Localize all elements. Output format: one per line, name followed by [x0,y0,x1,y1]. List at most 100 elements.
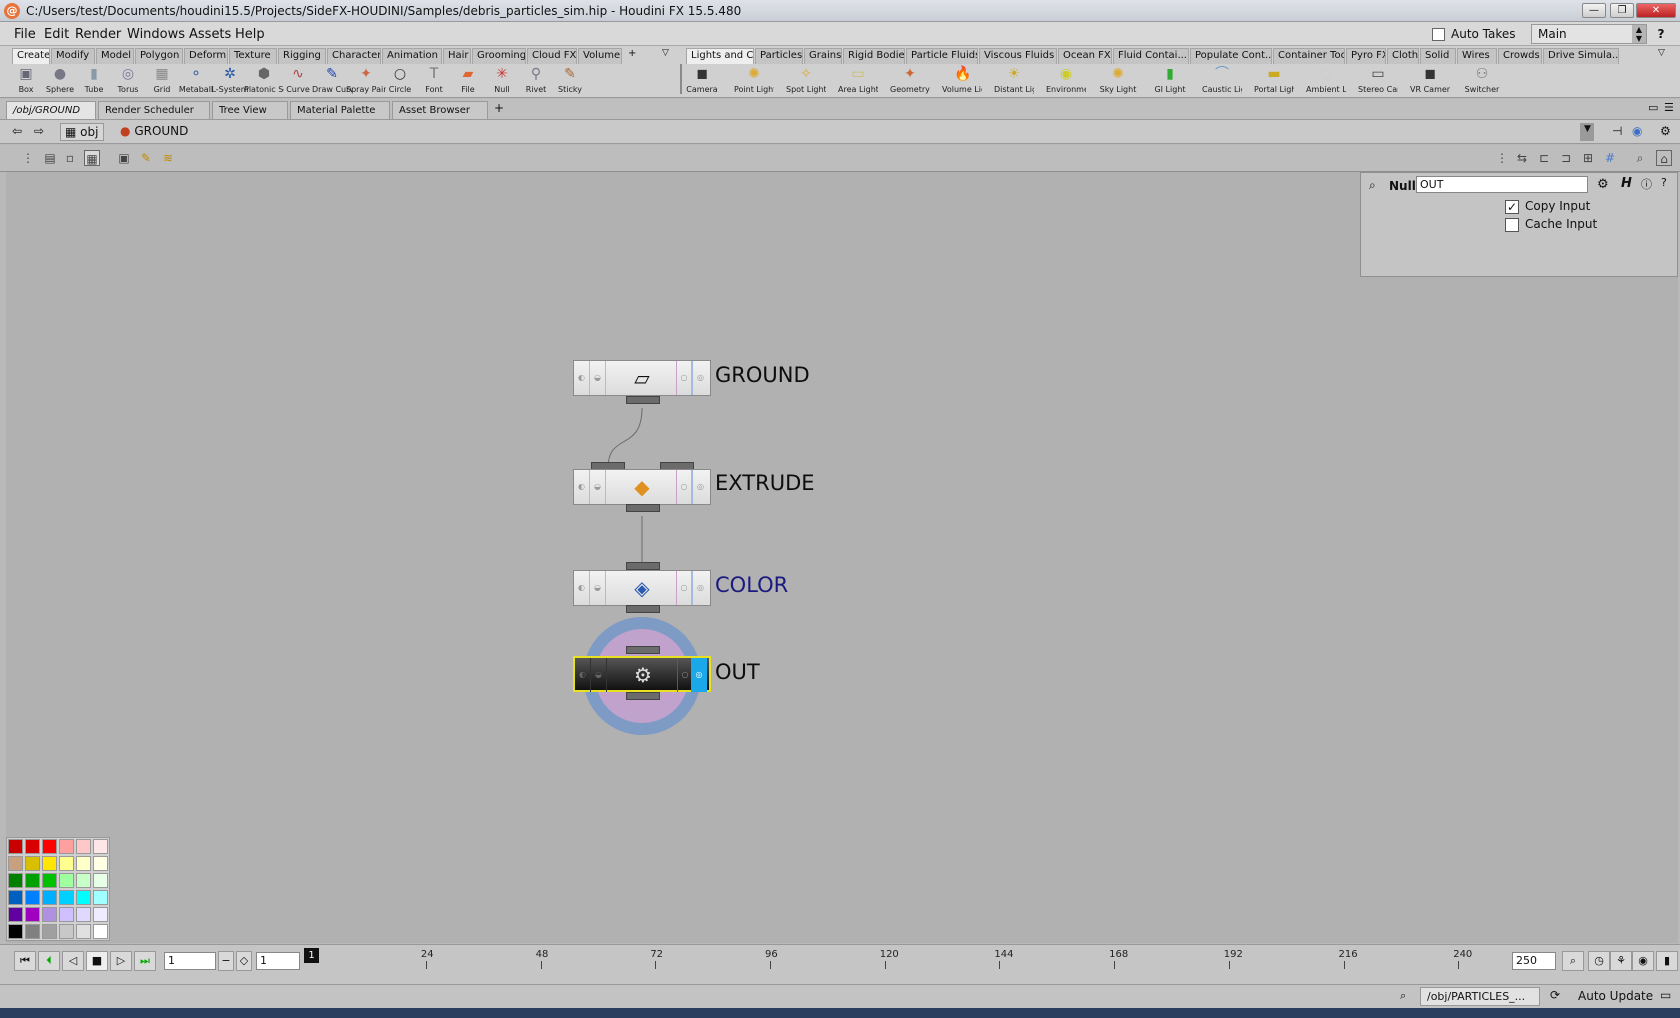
jump-end-icon[interactable]: ⏭ [134,951,156,971]
bypass-flag[interactable]: ◐ [575,658,591,692]
stop-icon[interactable]: ■ [86,951,108,971]
maximize-button[interactable]: ❐ [1610,3,1634,18]
palette-swatch[interactable] [93,856,108,871]
bypass-flag[interactable]: ◐ [574,571,590,605]
copy-input-checkbox[interactable]: ✓ [1505,199,1519,214]
keyframe-icon[interactable]: ◇ [236,951,252,971]
palette-swatch[interactable] [76,856,91,871]
gear-icon[interactable]: ⚙ [1597,177,1609,192]
shelf-tab-ocean-fx[interactable]: Ocean FX [1058,48,1112,64]
tab-obj-ground[interactable]: /obj/GROUND [6,101,96,119]
palette-swatch[interactable] [42,856,57,871]
tab-asset-browser[interactable]: Asset Browser [392,101,488,119]
tool-ambient-li[interactable]: ○ Ambient Li... [1306,66,1346,96]
realtime-icon[interactable]: ◷ [1588,951,1610,971]
palette-swatch[interactable] [93,873,108,888]
palette-swatch[interactable] [76,907,91,922]
palette-swatch[interactable] [76,839,91,854]
shelf-divider[interactable] [680,64,682,94]
layout-e-icon[interactable]: ⊞ [1580,150,1596,166]
timeline-ruler[interactable]: 24 48 72 96 120 144 168 192 216 240 [306,945,1506,975]
tool-volume-light[interactable]: 🔥 Volume Light [942,66,982,96]
palette-swatch[interactable] [25,856,40,871]
display-flag[interactable]: ◎ [692,470,708,504]
pane-close-icon[interactable]: ▭ [1660,988,1671,1002]
shelf-tab-model[interactable]: Model [96,48,134,64]
houdini-help-icon[interactable]: H [1621,176,1632,191]
breadcrumb-ground[interactable]: ● GROUND [116,123,192,141]
node-label-extrude[interactable]: EXTRUDE [715,471,815,495]
palette-swatch[interactable] [25,890,40,905]
shelf-tab-animation[interactable]: Animation [382,48,442,64]
tool-switcher[interactable]: ⚇ Switcher [1462,66,1502,96]
palette-swatch[interactable] [25,873,40,888]
shelf-tab-hair[interactable]: Hair [443,48,471,64]
menu-help[interactable]: Help [235,27,265,42]
list-view-icon[interactable]: ▤ [42,150,58,166]
tool-environme[interactable]: ◉ Environme... [1046,66,1086,96]
auto-takes-toggle[interactable]: Auto Takes [1432,27,1516,41]
minus-icon[interactable]: − [218,951,234,971]
shelf-tab-rigid-bodies[interactable]: Rigid Bodies [843,48,905,64]
palette-swatch[interactable] [25,839,40,854]
lock-flag[interactable]: ◒ [590,470,606,504]
tool-spot-light[interactable]: ✧ Spot Light [786,66,826,96]
pin-icon[interactable]: ⊣ [1608,123,1626,141]
output-connector[interactable] [626,504,660,512]
palette-swatch[interactable] [59,924,74,939]
display-flag[interactable]: ◎ [692,571,708,605]
node-extrude[interactable]: ◐ ◒ ◆ ○ ◎ [573,469,711,505]
tool-point-light[interactable]: ✺ Point Light [734,66,774,96]
shelf-tab-crowds[interactable]: Crowds [1498,48,1542,64]
shelf-tab-container-tools[interactable]: Container Tools [1273,48,1345,64]
palette-swatch[interactable] [93,924,108,939]
template-flag[interactable]: ○ [676,361,692,395]
search-icon[interactable]: ⌕ [1400,989,1406,1003]
layout-a-icon[interactable]: ⋮ [1494,150,1510,166]
copy-input-toggle[interactable]: ✓ Copy Input [1505,199,1590,214]
shelf-tab-cloud-fx[interactable]: Cloud FX [527,48,577,64]
play-icon[interactable]: ▷ [110,951,132,971]
palette-swatch[interactable] [59,907,74,922]
tool-sky-light[interactable]: ✺ Sky Light [1098,66,1138,96]
auto-takes-checkbox[interactable] [1432,28,1445,41]
shelf-tab-rigging[interactable]: Rigging [278,48,326,64]
node-label-ground[interactable]: GROUND [715,363,810,387]
palette-swatch[interactable] [42,924,57,939]
palette-swatch[interactable] [76,890,91,905]
shelf-tab-modify[interactable]: Modify [51,48,95,64]
bypass-flag[interactable]: ◐ [574,470,590,504]
shelf-tab-particle-fluids[interactable]: Particle Fluids [906,48,978,64]
shelf-tab-wires[interactable]: Wires [1457,48,1497,64]
menu-windows[interactable]: Windows [127,27,185,42]
palette-swatch[interactable] [25,924,40,939]
maximize-pane-icon[interactable]: ▭ [1648,101,1658,114]
palette-swatch[interactable] [93,890,108,905]
help-icon[interactable]: ? [1661,176,1667,189]
tab-tree-view[interactable]: Tree View [212,101,288,119]
shelf-tab-deform[interactable]: Deform [184,48,228,64]
shelf-tab-particles[interactable]: Particles [755,48,803,64]
menu-assets[interactable]: Assets [189,27,231,42]
add-tab-icon[interactable]: + [494,101,504,115]
output-connector[interactable] [626,605,660,613]
take-selector[interactable]: Main ▲ ▼ [1531,24,1647,44]
cache-input-toggle[interactable]: Cache Input [1505,217,1597,232]
shelf-tab-grooming[interactable]: Grooming [472,48,526,64]
shelf-tab-polygon[interactable]: Polygon [135,48,183,64]
palette-swatch[interactable] [8,856,23,871]
network-box-icon[interactable]: ▣ [116,150,132,166]
tab-render-scheduler[interactable]: Render Scheduler [98,101,210,119]
minimize-button[interactable]: — [1582,3,1606,18]
info-icon[interactable]: ⓘ [1641,176,1652,192]
node-color[interactable]: ◐ ◒ ◈ ○ ◎ [573,570,711,606]
pane-menu-icon[interactable]: ☰ [1664,101,1674,114]
palette-swatch[interactable] [59,856,74,871]
tool-portal-light[interactable]: ▬ Portal Light [1254,66,1294,96]
palette-swatch[interactable] [8,907,23,922]
node-ground[interactable]: ◐ ◒ ▱ ○ ◎ [573,360,711,396]
template-flag[interactable]: ○ [676,571,692,605]
palette-swatch[interactable] [59,873,74,888]
node-label-out[interactable]: OUT [715,660,760,684]
help-icon[interactable]: ? [1650,25,1672,43]
